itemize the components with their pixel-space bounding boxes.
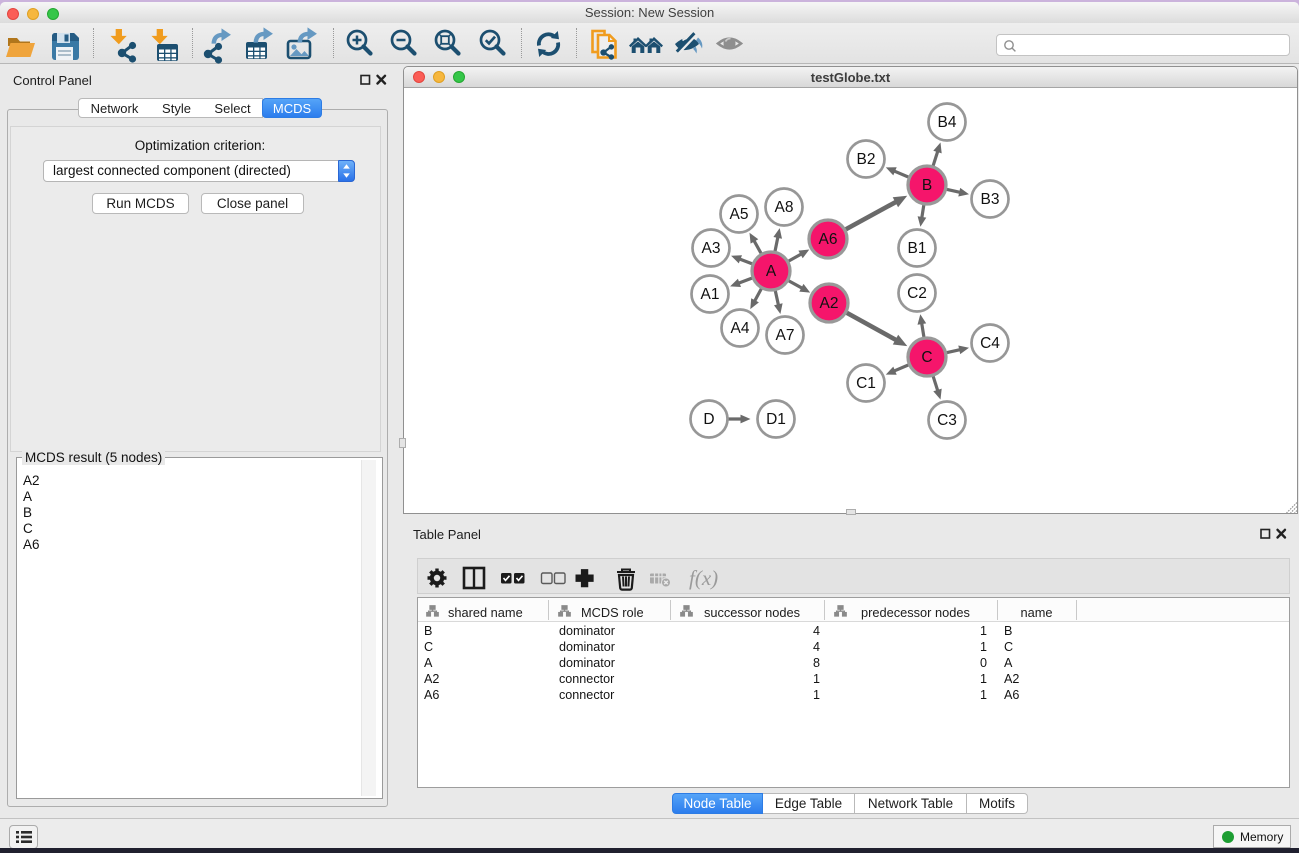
svg-text:A3: A3: [702, 240, 721, 257]
svg-text:C3: C3: [937, 412, 957, 429]
svg-text:B3: B3: [981, 191, 1000, 208]
svg-text:D1: D1: [766, 411, 786, 428]
svg-text:f(x): f(x): [689, 566, 718, 590]
svg-text:C1: C1: [856, 375, 876, 392]
svg-text:C4: C4: [980, 335, 1000, 352]
svg-text:D: D: [703, 411, 714, 428]
svg-text:B4: B4: [938, 114, 957, 131]
svg-text:A6: A6: [819, 231, 838, 248]
svg-text:A7: A7: [776, 327, 795, 344]
svg-text:A2: A2: [820, 295, 839, 312]
svg-text:B: B: [922, 177, 932, 194]
svg-text:B2: B2: [857, 151, 876, 168]
svg-text:B1: B1: [908, 240, 927, 257]
svg-text:A4: A4: [731, 320, 750, 337]
svg-text:C: C: [921, 349, 932, 366]
svg-text:A1: A1: [701, 286, 720, 303]
svg-text:A: A: [766, 263, 777, 280]
svg-text:A5: A5: [730, 206, 749, 223]
svg-text:C2: C2: [907, 285, 927, 302]
svg-text:A8: A8: [775, 199, 794, 216]
